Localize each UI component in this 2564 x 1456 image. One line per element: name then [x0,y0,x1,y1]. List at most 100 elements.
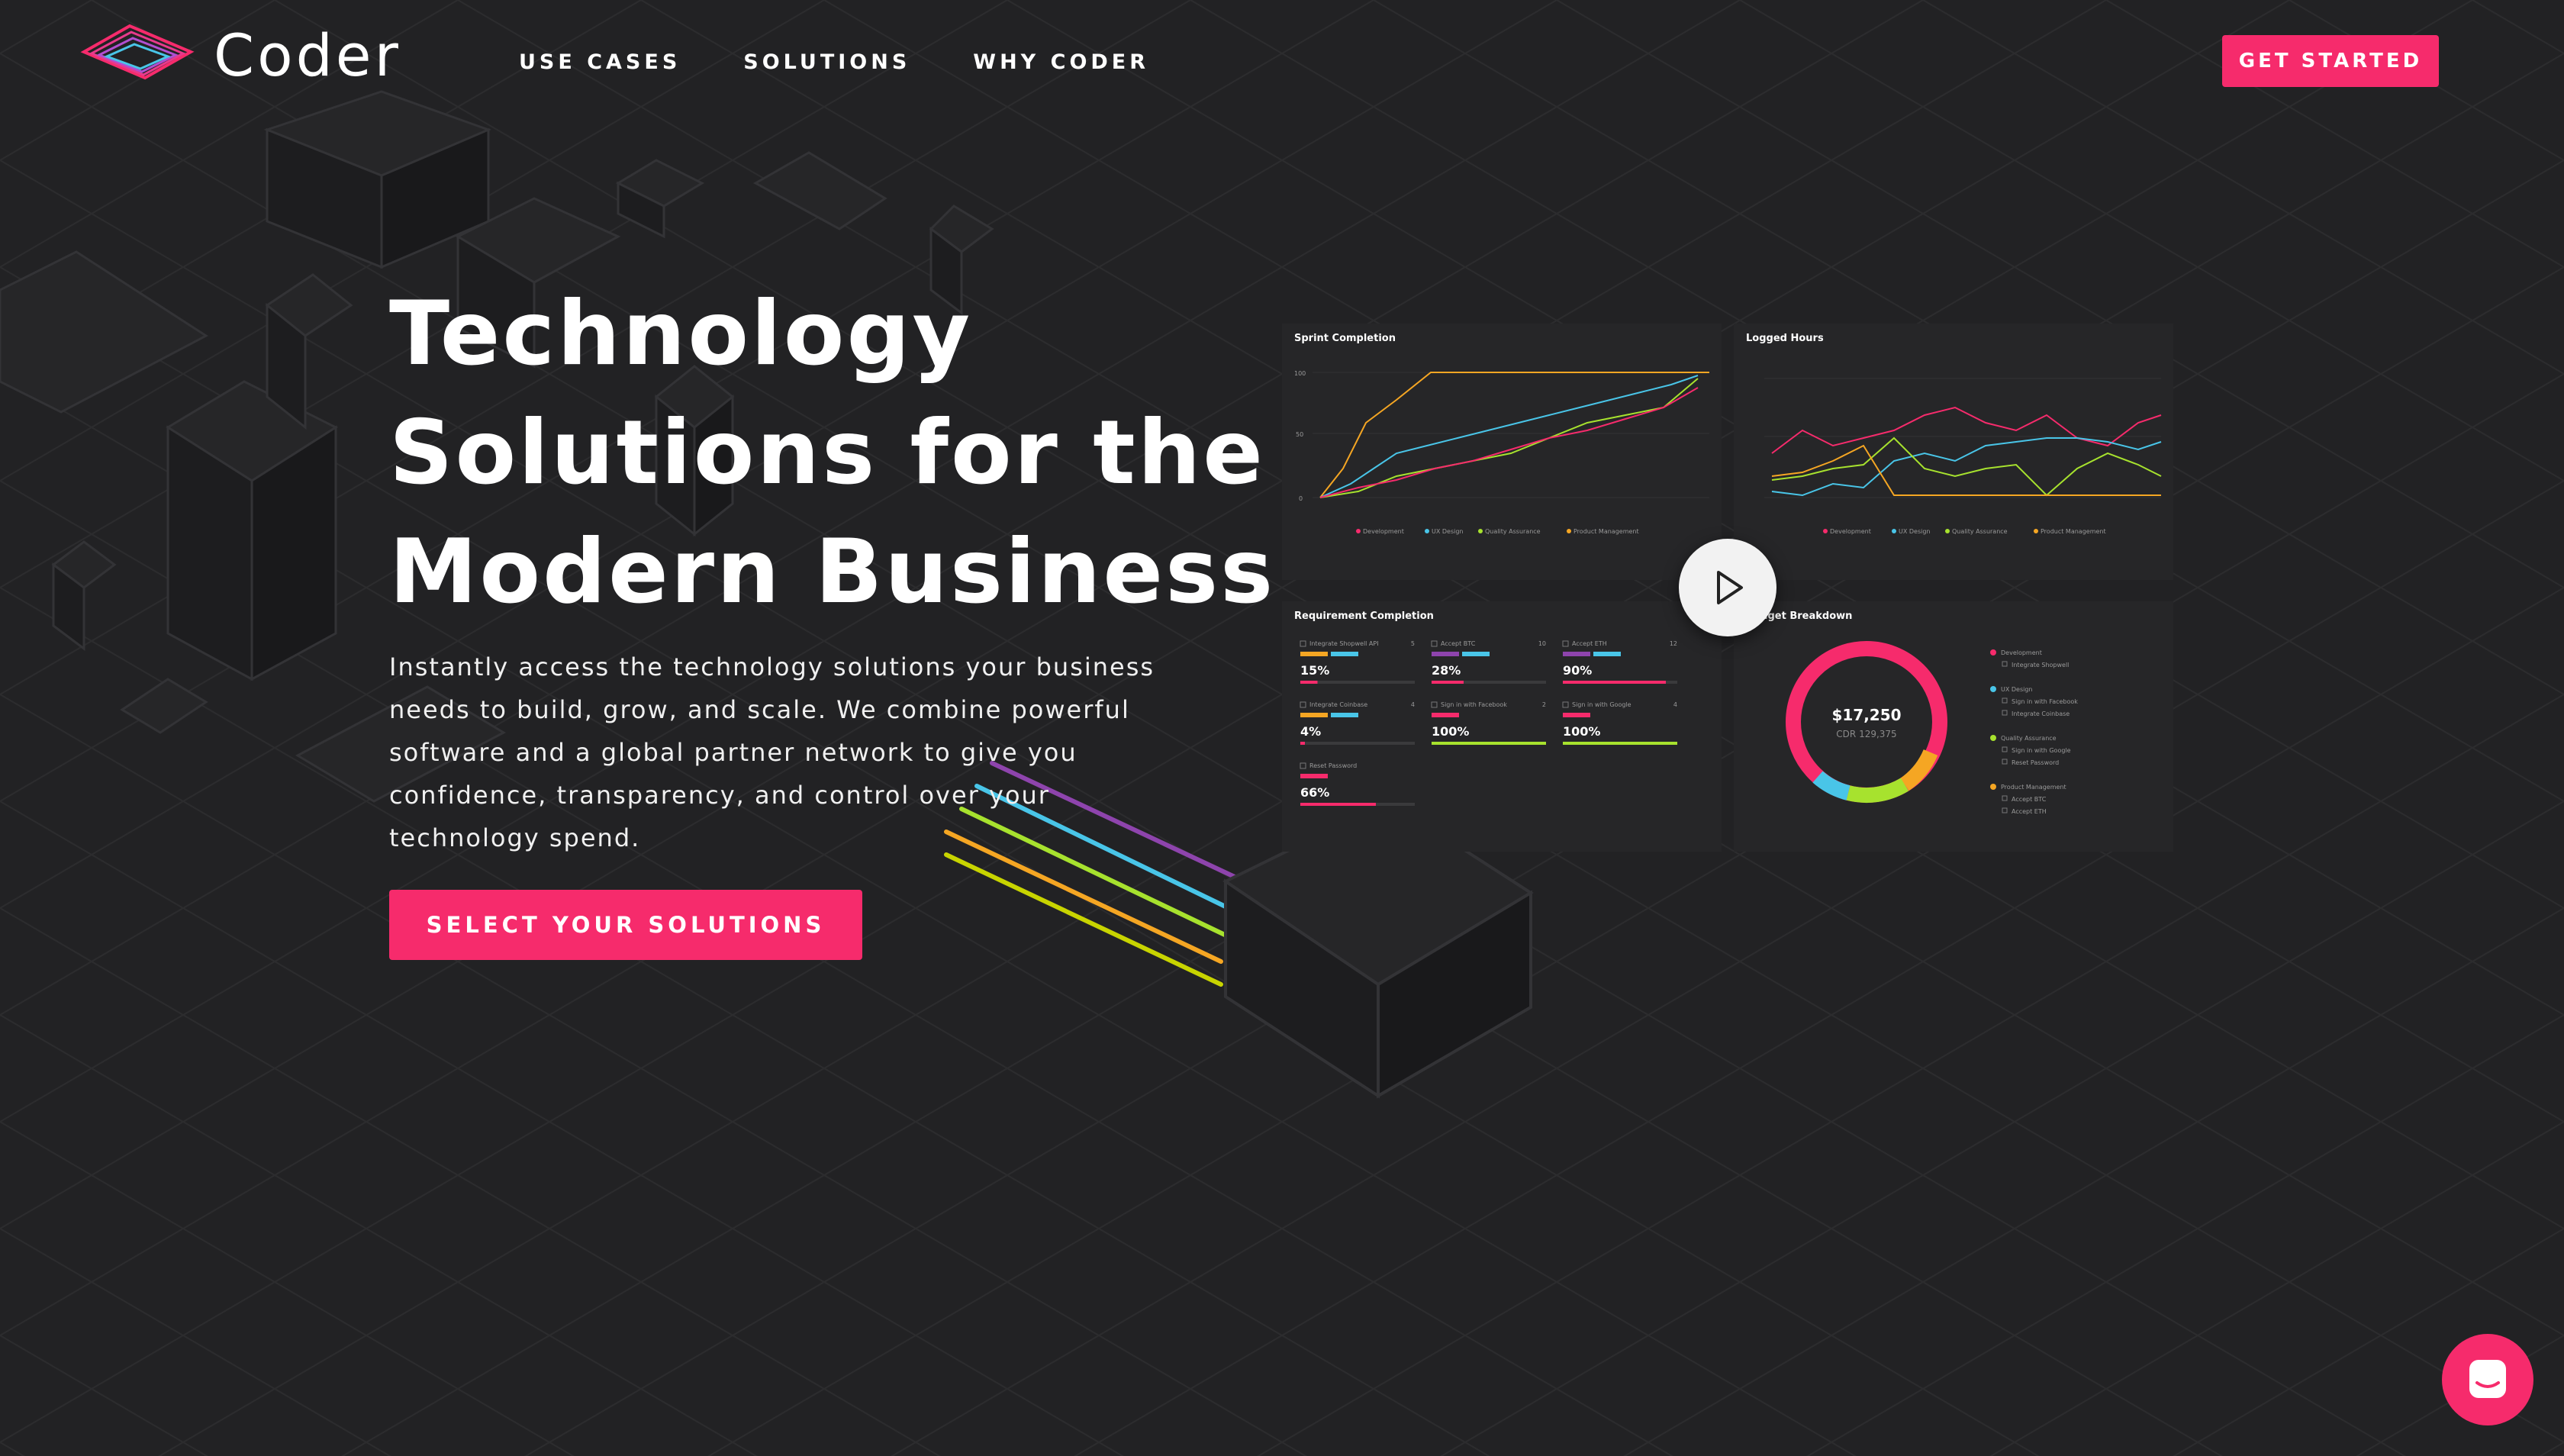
budget-item-label: Reset Password [2012,759,2059,766]
budget-group-name: Quality Assurance [2001,735,2057,742]
budget-item-label: Sign in with Facebook [2012,698,2078,705]
get-started-button[interactable]: GET STARTED [2222,35,2439,87]
hero-description-line: technology spend. [389,823,641,852]
requirement-percent: 90% [1563,663,1592,678]
budget-item-label: Integrate Shopwell [2012,662,2069,668]
requirement-progress-fill [1300,681,1318,684]
budget-breakdown-panel: Budget Breakdown $17,250 CDR 129,375 Dev… [1734,601,2173,852]
requirement-progress-track [1300,742,1415,745]
requirement-tag [1563,713,1590,717]
logged-hours-panel: Logged Hours Development UX Design Quali… [1734,324,2173,580]
requirement-checkbox[interactable] [1431,701,1438,708]
budget-item-checkbox[interactable] [2002,795,2008,801]
requirement-progress-fill [1432,742,1546,745]
requirement-tag [1300,713,1328,717]
requirement-percent: 66% [1300,785,1329,800]
requirement-label: Integrate Coinbase [1309,701,1367,708]
svg-text:0: 0 [1299,495,1303,502]
requirement-percent: 28% [1432,663,1461,678]
legend-label: Development [1830,528,1871,535]
budget-group-dot [1990,784,1996,790]
logo-icon [80,24,195,80]
brand-name: Coder [214,21,401,89]
budget-group: Product Management Accept BTC Accept ETH [1990,784,2066,815]
budget-item-label: Sign in with Google [2012,747,2071,754]
requirement-percent: 15% [1300,663,1329,678]
requirement-label: Reset Password [1309,762,1357,769]
requirement-percent: 100% [1432,724,1469,739]
budget-group-name: Product Management [2001,784,2066,791]
hero-title-line: Solutions for the [389,401,1265,504]
requirement-label: Accept BTC [1441,640,1476,647]
requirement-label: Sign in with Facebook [1441,701,1507,708]
budget-sub: CDR 129,375 [1836,729,1896,739]
requirement-checkbox[interactable] [1562,701,1569,708]
hero-title-line: Modern Business [389,520,1276,623]
requirement-tag [1593,652,1621,656]
budget-item-checkbox[interactable] [2002,710,2008,716]
hero-description-line: Instantly access the technology solution… [389,652,1155,681]
play-icon [1717,571,1743,604]
legend-label: UX Design [1899,528,1931,535]
legend-label: Development [1363,528,1404,535]
requirement-checkbox[interactable] [1300,762,1306,769]
requirement-count: 4 [1673,701,1677,708]
logged-hours-chart: Development UX Design Quality Assurance … [1764,378,2162,535]
play-video-button[interactable] [1679,539,1776,636]
budget-group: UX Design Sign in with Facebook Integrate … [1990,686,2078,717]
requirement-checkbox[interactable] [1300,640,1306,647]
requirement-checkbox[interactable] [1431,640,1438,647]
legend-label: Quality Assurance [1952,528,2008,535]
requirement-count: 12 [1670,640,1677,647]
sprint-chart: 100 50 0 Development UX Design Quality Ass… [1294,370,1709,535]
nav-link-why-coder[interactable]: WHY CODER [973,50,1149,74]
requirement-progress-fill [1563,681,1666,684]
budget-item-checkbox[interactable] [2002,697,2008,704]
legend-label: Quality Assurance [1485,528,1541,535]
budget-group-dot [1990,686,1996,692]
budget-group-name: Development [2001,649,2042,656]
budget-donut-chart: $17,250 CDR 129,375 Development Integrate… [1786,641,2078,815]
budget-item-checkbox[interactable] [2002,759,2008,765]
legend-label: Product Management [1574,528,1639,535]
requirement-item: Accept ETH 12 90% [1562,640,1677,684]
requirement-item: Integrate Coinbase 4 4% [1300,701,1415,745]
legend-label: Product Management [2041,528,2106,535]
budget-group: Quality Assurance Sign in with Google Rese… [1990,735,2071,766]
requirement-tag [1331,652,1358,656]
requirement-tag [1300,652,1328,656]
requirement-count: 10 [1538,640,1546,647]
requirement-item: Reset Password 66% [1300,762,1415,806]
requirement-item: Sign in with Facebook 2 100% [1431,701,1546,745]
budget-item-label: Accept ETH [2012,808,2047,815]
requirement-grid: Integrate Shopwell API 5 15% Accept BTC 10 28… [1300,640,1677,806]
select-solutions-button[interactable]: SELECT YOUR SOLUTIONS [389,890,862,960]
budget-item-checkbox[interactable] [2002,807,2008,813]
requirement-progress-fill [1563,742,1677,745]
requirement-label: Accept ETH [1572,640,1607,647]
nav-link-solutions[interactable]: SOLUTIONS [743,50,910,74]
budget-group-dot [1990,649,1996,656]
requirement-label: Sign in with Google [1572,701,1631,708]
chat-launcher-button[interactable] [2442,1334,2533,1425]
requirement-count: 4 [1411,701,1415,708]
requirement-count: 2 [1542,701,1546,708]
nav-link-use-cases[interactable]: USE CASES [519,50,681,74]
nav-links: USE CASES SOLUTIONS WHY CODER [519,50,1149,74]
hero-description: Instantly access the technology solution… [389,646,1160,859]
requirement-completion-panel: Requirement Completion Integrate Shopwel… [1282,601,1722,852]
budget-group-name: UX Design [2001,686,2033,693]
requirement-checkbox[interactable] [1300,701,1306,708]
requirement-item: Accept BTC 10 28% [1431,640,1546,684]
logo[interactable]: Coder [76,17,401,93]
budget-item-checkbox[interactable] [2002,661,2008,667]
top-navigation: Coder USE CASES SOLUTIONS WHY CODER GET … [0,0,2564,122]
budget-item-checkbox[interactable] [2002,746,2008,752]
hero-description-line: confidence, transparency, and control ov… [389,781,1050,810]
budget-amount: $17,250 [1831,706,1901,724]
budget-item-label: Accept BTC [2012,796,2047,803]
budget-item-label: Integrate Coinbase [2012,710,2070,717]
requirement-tag [1432,652,1459,656]
requirement-checkbox[interactable] [1562,640,1569,647]
chat-icon [2469,1360,2506,1398]
